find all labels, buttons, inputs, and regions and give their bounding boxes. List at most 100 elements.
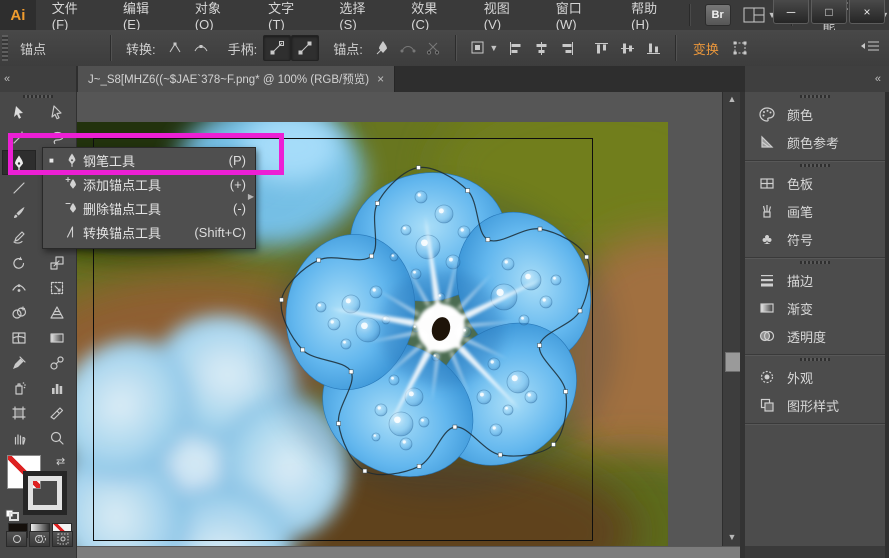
align-h-center-button[interactable]: [529, 36, 555, 60]
panel-item-graphic-styles[interactable]: 图形样式: [745, 391, 885, 419]
swatches-icon: [760, 178, 774, 189]
draw-behind-button[interactable]: [29, 531, 50, 547]
panel-item-label: 外观: [787, 370, 814, 386]
panel-item-appearance[interactable]: 外观: [745, 363, 885, 391]
column-graph-tool[interactable]: [40, 375, 74, 400]
zoom-tool[interactable]: [40, 425, 74, 450]
transform-link[interactable]: 变换: [693, 39, 719, 58]
hand-icon: [14, 433, 26, 445]
minimize-button[interactable]: ─: [773, 0, 809, 24]
add-anchor-tool-icon: [61, 176, 83, 192]
convert-to-corner-button[interactable]: [162, 36, 188, 60]
remove-anchor-button[interactable]: [369, 36, 395, 60]
toolbar-collapse-button[interactable]: «: [0, 66, 76, 92]
vertical-scrollbar[interactable]: ▲ ▼: [722, 92, 741, 546]
panel-bottom-strip: [745, 546, 885, 558]
panel-grip[interactable]: [800, 261, 830, 264]
close-button[interactable]: ×: [849, 0, 885, 24]
perspective-grid-tool[interactable]: [40, 300, 74, 325]
draw-normal-button[interactable]: [6, 531, 27, 547]
mesh-tool[interactable]: [2, 325, 36, 350]
hide-handles-button[interactable]: [291, 35, 320, 61]
slice-tool[interactable]: [40, 400, 74, 425]
panel-item-brushes[interactable]: 画笔: [745, 197, 885, 225]
panel-item-color-guide[interactable]: 颜色参考: [745, 128, 885, 156]
convert-to-smooth-button[interactable]: [188, 36, 214, 60]
line-segment-tool[interactable]: [2, 175, 36, 200]
arrange-documents-button[interactable]: ▼: [743, 7, 777, 23]
panel-group-color: 颜色 颜色参考: [745, 95, 885, 161]
panel-item-gradient[interactable]: 渐变: [745, 294, 885, 322]
cut-path-button[interactable]: [421, 36, 447, 60]
control-panel-menu-button[interactable]: [859, 38, 881, 54]
handles-label: 手柄:: [227, 41, 258, 57]
flyout-tearoff-arrow-icon[interactable]: ▶: [248, 192, 254, 201]
panel-item-color[interactable]: 颜色: [745, 100, 885, 128]
bounding-box-button[interactable]: [727, 36, 753, 60]
hand-tool[interactable]: [2, 425, 36, 450]
tab-close-icon[interactable]: ×: [377, 72, 384, 86]
document-tab[interactable]: J~_S8[MHZ6((~$JAE`378~F.png* @ 100% (RGB…: [78, 66, 396, 92]
align-right-button[interactable]: [555, 36, 581, 60]
panel-grip[interactable]: [800, 358, 830, 361]
control-bar-grip[interactable]: [2, 35, 8, 61]
panel-grip[interactable]: [800, 164, 830, 167]
scroll-up-icon[interactable]: ▲: [723, 92, 741, 106]
panel-collapse-button[interactable]: «: [745, 66, 889, 92]
stroke-color-swatch[interactable]: [23, 471, 67, 515]
eyedropper-tool[interactable]: [2, 350, 36, 375]
stroke-icon: [761, 275, 773, 287]
swap-fill-stroke-icon[interactable]: ⇄: [56, 455, 65, 468]
gradient-tool[interactable]: [40, 325, 74, 350]
show-handles-button[interactable]: [263, 35, 292, 61]
panel-group-swatches: 色板 画笔 ♣ 符号: [745, 164, 885, 258]
symbol-sprayer-tool[interactable]: [2, 375, 36, 400]
maximize-button[interactable]: □: [811, 0, 847, 24]
shape-builder-tool[interactable]: [2, 300, 36, 325]
menu-item-convert-anchor-tool[interactable]: 转换锚点工具 (Shift+C): [43, 220, 255, 244]
blob-brush-tool[interactable]: [2, 225, 36, 250]
handles-show-icon: [270, 41, 285, 55]
direct-selection-tool[interactable]: [40, 100, 74, 125]
width-tool[interactable]: [2, 275, 36, 300]
align-bottom-button[interactable]: [641, 36, 667, 60]
menu-item-pen-tool[interactable]: ■ 钢笔工具 (P): [43, 148, 255, 172]
pen-tool[interactable]: [2, 150, 36, 175]
chevron-down-icon: ▼: [489, 43, 499, 53]
selection-tool[interactable]: [2, 100, 36, 125]
panel-grip[interactable]: [800, 95, 830, 98]
align-v-center-button[interactable]: [615, 36, 641, 60]
menu-item-delete-anchor-tool[interactable]: 删除锚点工具 (-): [43, 196, 255, 220]
transparency-icon: [759, 330, 775, 342]
blend-tool[interactable]: [40, 350, 74, 375]
default-fill-stroke-icon[interactable]: [5, 509, 19, 521]
scroll-down-icon[interactable]: ▼: [723, 530, 741, 544]
scale-tool[interactable]: [40, 250, 74, 275]
magic-wand-tool[interactable]: [2, 125, 36, 150]
artboard-tool[interactable]: [2, 400, 36, 425]
panel-item-label: 图形样式: [787, 398, 840, 414]
blob-brush-icon: [13, 230, 25, 244]
panel-group-stroke: 描边 渐变 透明度: [745, 261, 885, 355]
panel-item-symbols[interactable]: ♣ 符号: [745, 225, 885, 253]
bridge-button[interactable]: Br: [704, 4, 731, 26]
panel-item-swatches[interactable]: 色板: [745, 169, 885, 197]
draw-inside-button[interactable]: [52, 531, 73, 547]
horizontal-scrollbar[interactable]: [76, 546, 740, 558]
panel-item-stroke[interactable]: 描边: [745, 266, 885, 294]
panel-grip[interactable]: [23, 95, 53, 98]
eyedropper-icon: [13, 355, 26, 369]
free-transform-tool[interactable]: [40, 275, 74, 300]
panel-item-transparency[interactable]: 透明度: [745, 322, 885, 350]
rotate-tool[interactable]: [2, 250, 36, 275]
menu-item-add-anchor-tool[interactable]: 添加锚点工具 (+): [43, 172, 255, 196]
align-to-selector[interactable]: ▼: [465, 36, 503, 60]
align-left-button[interactable]: [503, 36, 529, 60]
color-panel-icon: [759, 107, 775, 122]
align-h-center-icon: [536, 41, 547, 55]
align-top-button[interactable]: [589, 36, 615, 60]
vertical-scroll-thumb[interactable]: [725, 352, 741, 372]
color-guide-icon: [761, 135, 774, 148]
connect-path-button[interactable]: [395, 36, 421, 60]
paintbrush-tool[interactable]: [2, 200, 36, 225]
